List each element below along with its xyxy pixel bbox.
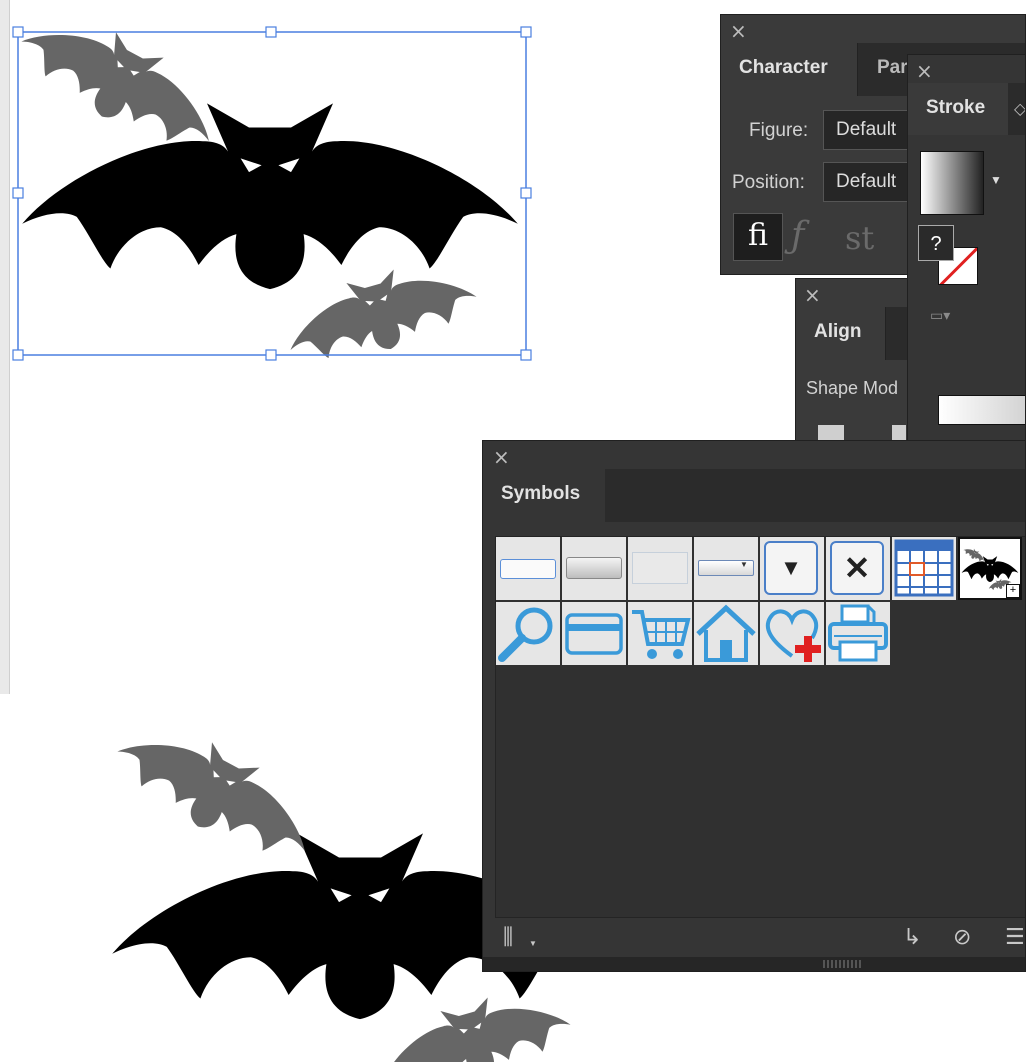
- bat-small-bottom-top[interactable]: [104, 705, 330, 877]
- close-icon[interactable]: ×: [916, 61, 933, 81]
- symbol-printer[interactable]: [826, 602, 890, 665]
- shape-modes-label: Shape Mod: [806, 378, 899, 398]
- panel-collapse-icon[interactable]: ◇: [1014, 99, 1025, 119]
- position-label: Position:: [732, 172, 805, 193]
- symbol-bats-selected[interactable]: +: [958, 537, 1022, 600]
- symbol-heart-plus[interactable]: [760, 602, 824, 665]
- panel-resize-bar: [483, 957, 1025, 971]
- symbol-shopping-cart[interactable]: [628, 602, 692, 665]
- symbol-button[interactable]: [496, 537, 560, 600]
- stroke-tabbar: Stroke ◇: [908, 83, 1025, 135]
- figure-label: Figure:: [749, 120, 809, 141]
- symbol-options-icon[interactable]: ☰: [1005, 925, 1025, 950]
- symbol-flat-button[interactable]: [628, 537, 692, 600]
- reverse-gradient-icon[interactable]: ▭▾: [930, 307, 950, 324]
- symbol-calendar[interactable]: [892, 537, 956, 600]
- libraries-dropdown-icon[interactable]: ▼: [529, 939, 537, 948]
- close-icon[interactable]: ×: [804, 285, 821, 305]
- symbol-gradient-button[interactable]: [562, 537, 626, 600]
- symbol-credit-card[interactable]: [562, 602, 626, 665]
- close-icon[interactable]: ×: [493, 447, 510, 467]
- symbol-libraries-icon[interactable]: ⫼: [503, 925, 513, 950]
- resize-grip-icon[interactable]: [823, 960, 861, 968]
- symbol-dropdown[interactable]: ▼: [694, 537, 758, 600]
- tab-stroke[interactable]: Stroke: [908, 83, 1008, 135]
- symbol-menu-arrow[interactable]: ▼: [760, 537, 824, 600]
- discretionary-ligature-button[interactable]: st: [845, 219, 874, 257]
- close-icon[interactable]: ×: [730, 21, 747, 41]
- place-symbol-instance-icon[interactable]: ↳: [903, 925, 921, 950]
- bat-small-bottom-right[interactable]: [277, 249, 484, 376]
- gradient-dropdown-icon[interactable]: ▼: [990, 173, 1002, 187]
- gradient-slider[interactable]: [938, 395, 1025, 425]
- bat-large-selected[interactable]: [22, 103, 518, 290]
- gradient-swatch[interactable]: [920, 151, 984, 215]
- symbols-panel: × Symbols ▼ ▼ ✕ + ⫼ ▼ ↳ ⊘ ☰: [482, 440, 1026, 972]
- bat-small-bottom-corner[interactable]: [371, 977, 578, 1062]
- add-icon: +: [1006, 584, 1020, 598]
- break-link-icon[interactable]: ⊘: [953, 925, 971, 950]
- symbol-home[interactable]: [694, 602, 758, 665]
- tab-align[interactable]: Align: [796, 307, 886, 360]
- symbol-close[interactable]: ✕: [826, 537, 890, 600]
- symbol-search[interactable]: [496, 602, 560, 665]
- ligatures-button[interactable]: fi: [733, 213, 783, 261]
- swash-button[interactable]: ƒ: [791, 215, 804, 256]
- symbols-tabbar: Symbols: [483, 469, 1025, 522]
- fill-unknown-swatch[interactable]: ?: [918, 225, 954, 261]
- tab-symbols[interactable]: Symbols: [483, 469, 605, 522]
- stroke-panel: × Stroke ◇ ▼ ? ▭▾: [907, 54, 1026, 448]
- tab-character[interactable]: Character: [721, 43, 858, 96]
